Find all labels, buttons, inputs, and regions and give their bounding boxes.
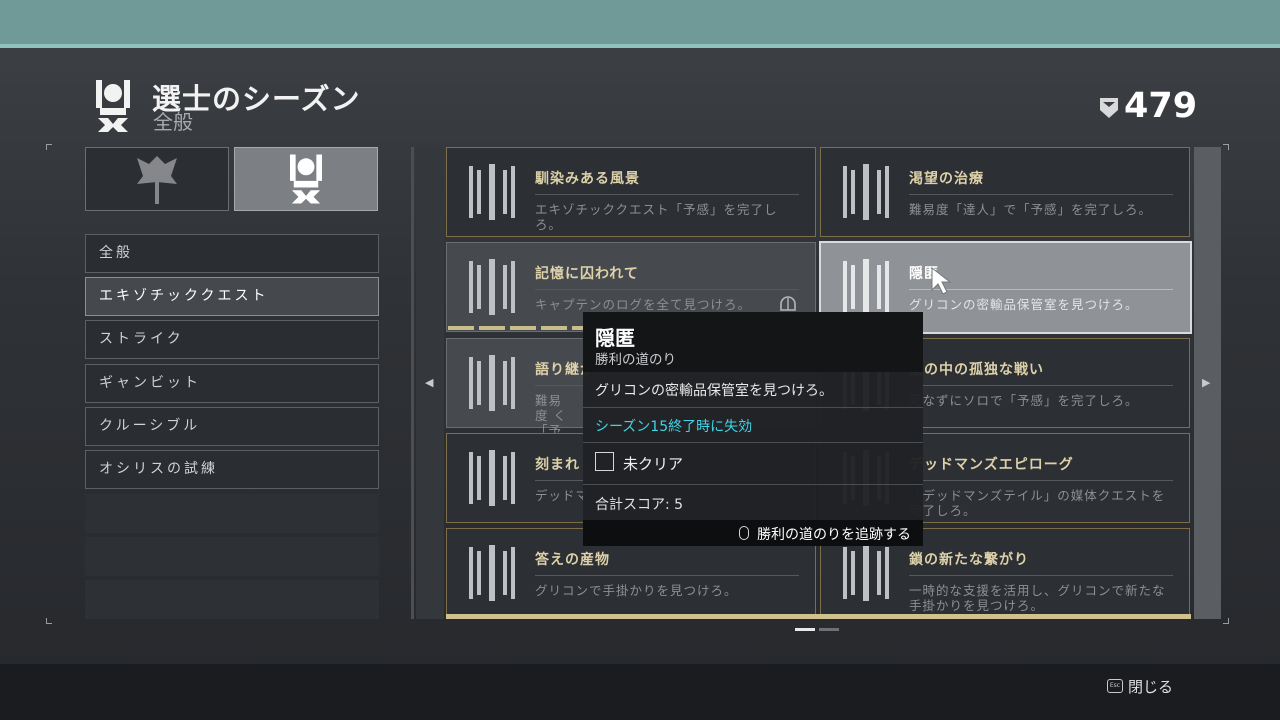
menu-item-general[interactable]: 全般	[85, 234, 379, 273]
card-description: グリコンの密輸品保管室を見つけろ。	[909, 297, 1139, 312]
frame-corner	[46, 144, 52, 150]
track-triumph-hint[interactable]: 勝利の道のりを追跡する	[757, 524, 911, 544]
card-divider	[535, 575, 799, 576]
esc-key-icon: Esc	[1107, 679, 1123, 693]
tooltip-divider	[583, 484, 923, 485]
progress-segment	[448, 326, 474, 330]
category-tab-faction[interactable]	[85, 147, 229, 211]
tooltip-expiry: シーズン15終了時に失効	[595, 419, 753, 435]
progress-segment	[541, 326, 567, 330]
card-divider	[909, 385, 1173, 386]
menu-item-crucible[interactable]: クルーシブル	[85, 407, 379, 446]
tooltip-footer: 勝利の道のりを追跡する	[583, 520, 923, 546]
triumph-record-icon	[469, 164, 515, 220]
triumph-record-icon	[843, 259, 889, 315]
tooltip-score: 合計スコア: 5	[595, 497, 684, 513]
category-tab-seal[interactable]	[234, 147, 378, 211]
helmet-icon	[780, 296, 796, 311]
triumph-record-icon	[843, 164, 889, 220]
faction-emblem-icon	[137, 156, 177, 204]
triumph-tooltip: 隠匿 勝利の道のり グリコンの密輸品保管室を見つけろ。 シーズン15終了時に失効…	[583, 312, 923, 546]
card-title: 渇望の治療	[909, 171, 984, 187]
card-title: 鎖の新たな繋がり	[909, 552, 1029, 568]
close-button[interactable]: 閉じる	[1128, 676, 1173, 697]
triumph-card[interactable]: 渇望の治療 難易度「達人」で「予感」を完了しろ。	[820, 147, 1190, 237]
menu-item-trials[interactable]: オシリスの試練	[85, 450, 379, 489]
mouse-icon	[739, 526, 749, 540]
card-description: 死なずにソロで「予感」を完了しろ。	[909, 393, 1139, 408]
seal-emblem-icon	[290, 154, 322, 204]
card-description: 一時的な支援を活用し、グリコンで新たな手掛かりを見つけろ。	[909, 583, 1166, 613]
page-subtitle: 全般	[153, 110, 193, 134]
card-title: デッドマンズエピローグ	[909, 457, 1074, 473]
card-divider	[909, 194, 1173, 195]
page-indicator-active[interactable]	[795, 628, 815, 631]
top-banner	[0, 0, 1280, 44]
triumph-record-icon	[843, 545, 889, 601]
footer-bar	[0, 664, 1280, 720]
frame-corner	[1223, 144, 1229, 150]
card-description: グリコンで手掛かりを見つけろ。	[535, 583, 738, 598]
page-indicator[interactable]	[819, 628, 839, 631]
frame-corner	[46, 618, 52, 624]
triumph-record-icon	[469, 450, 515, 506]
triumph-record-icon	[469, 259, 515, 315]
tooltip-subtitle: 勝利の道のり	[595, 352, 676, 368]
card-description: キャプテンのログを全て見つけろ。	[535, 297, 752, 312]
menu-item-strike[interactable]: ストライク	[85, 320, 379, 359]
triumph-score: 479	[1124, 86, 1198, 126]
card-divider	[909, 480, 1173, 481]
card-divider	[909, 575, 1173, 576]
tooltip-divider	[583, 442, 923, 443]
list-divider	[411, 147, 414, 619]
triumph-card[interactable]: 馴染みある風景 エキゾチッククエスト「予感」を完了しろ。	[446, 147, 816, 237]
card-title: 刻まれ	[535, 457, 580, 473]
tooltip-header: 隠匿 勝利の道のり	[583, 312, 923, 372]
card-title: 闇の中の孤独な戦い	[909, 362, 1044, 378]
menu-empty-slot	[85, 537, 379, 576]
menu-empty-slot	[85, 580, 379, 619]
card-divider	[535, 289, 799, 290]
triumph-record-icon	[469, 545, 515, 601]
completion-strip	[446, 614, 1191, 619]
tooltip-divider	[583, 407, 923, 408]
menu-empty-slot	[85, 494, 379, 533]
triumph-record-icon	[469, 355, 515, 411]
frame-corner	[1223, 618, 1229, 624]
card-description: 「デッドマンズテイル」の媒体クエストを完了しろ。	[909, 488, 1166, 518]
mouse-cursor-icon	[931, 266, 952, 295]
page-right-arrow-icon[interactable]: ▶	[1202, 376, 1210, 389]
page-left-arrow-icon[interactable]: ◀	[425, 376, 433, 389]
triumph-score-icon	[1100, 98, 1118, 118]
card-description: エキゾチッククエスト「予感」を完了しろ。	[535, 202, 778, 232]
card-title: 馴染みある風景	[535, 171, 640, 187]
top-banner-line	[0, 44, 1280, 48]
card-title: 記憶に囚われて	[535, 266, 639, 282]
card-title: 答えの産物	[535, 552, 610, 568]
objective-checkbox	[595, 452, 614, 471]
card-divider	[535, 194, 799, 195]
tooltip-title: 隠匿	[595, 326, 635, 350]
menu-item-gambit[interactable]: ギャンビット	[85, 364, 379, 403]
menu-item-exotic-quest[interactable]: エキゾチッククエスト	[85, 277, 379, 316]
progress-segment	[479, 326, 505, 330]
tooltip-description: グリコンの密輸品保管室を見つけろ。	[595, 383, 833, 399]
seal-icon	[96, 80, 130, 132]
card-description: 難易度「達人」で「予感」を完了しろ。	[909, 202, 1153, 217]
objective-status: 未クリア	[623, 455, 684, 473]
progress-segment	[510, 326, 536, 330]
